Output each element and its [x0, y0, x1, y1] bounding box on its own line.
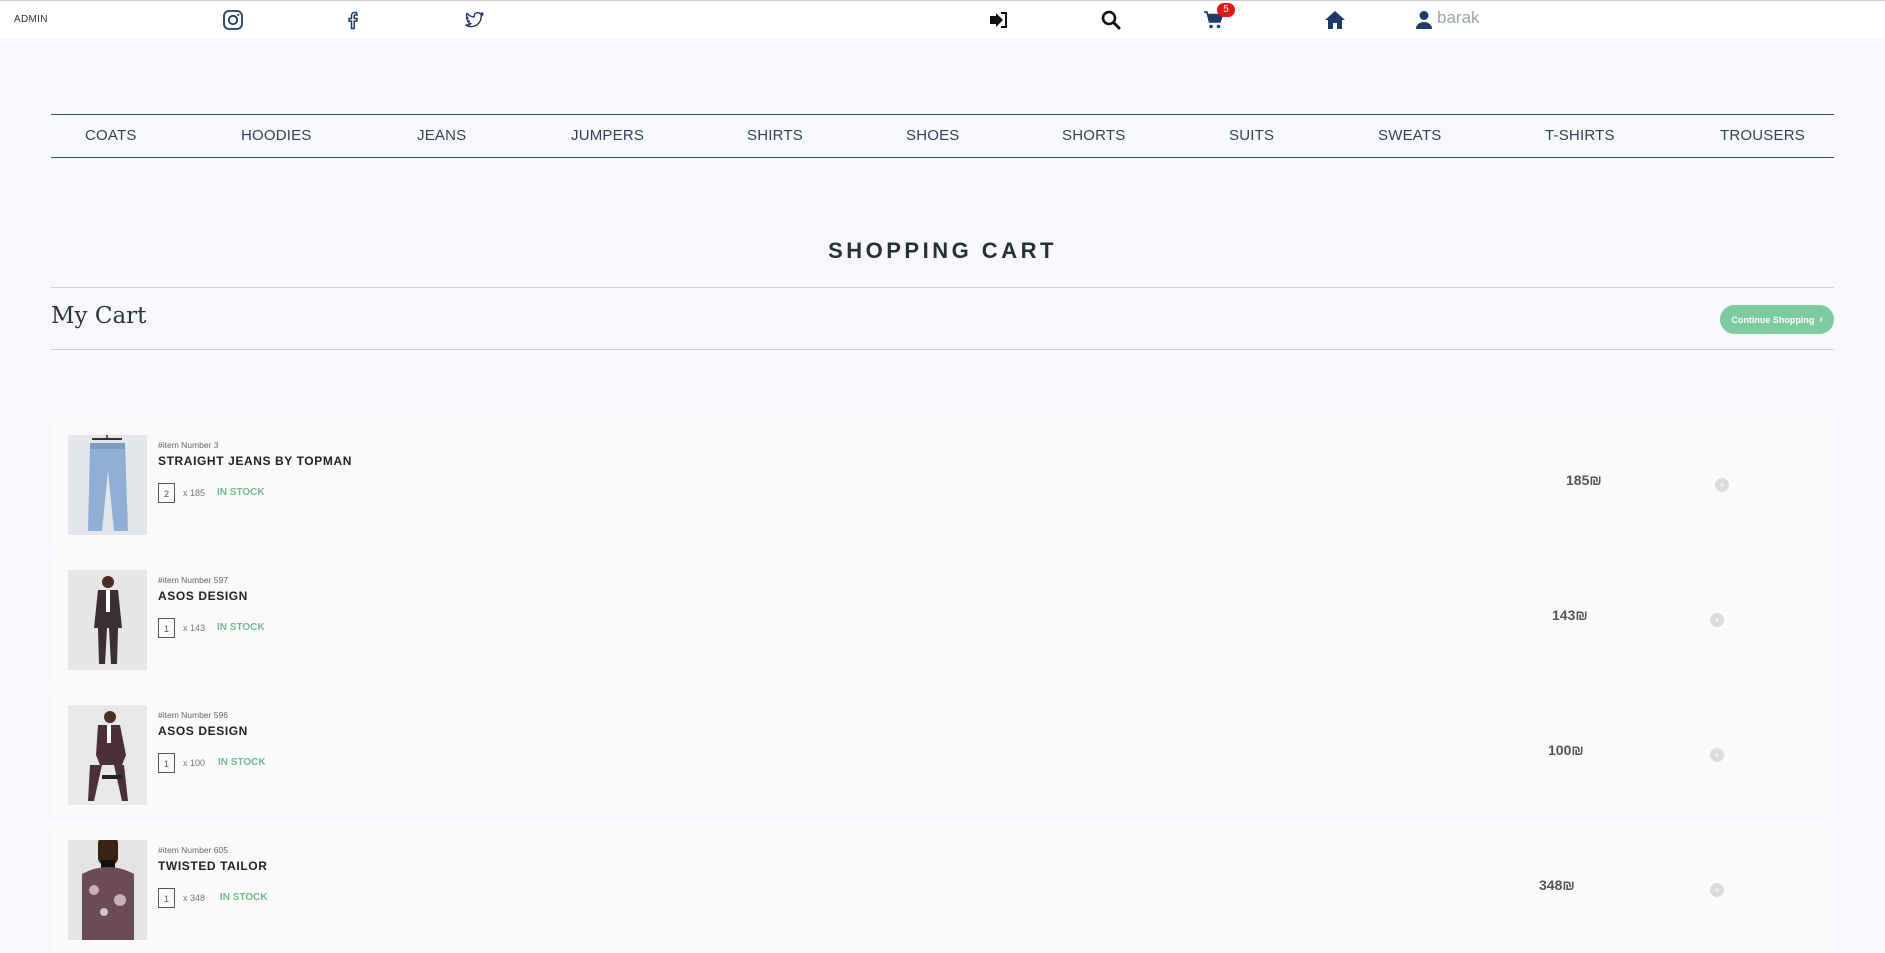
page-title: SHOPPING CART — [828, 238, 1057, 263]
category-jumpers[interactable]: JUMPERS — [571, 127, 644, 144]
category-sweats[interactable]: SWEATS — [1378, 127, 1441, 144]
item-number: #item Number 597 — [158, 575, 228, 585]
remove-item-icon[interactable]: × — [1715, 478, 1729, 492]
continue-shopping-label: Continue Shopping — [1731, 314, 1815, 325]
cart-item-row: #item Number 3 STRAIGHT JEANS BY TOPMAN … — [51, 420, 1834, 548]
logout-icon[interactable] — [987, 9, 1009, 31]
category-shoes[interactable]: SHOES — [906, 127, 960, 144]
quantity-field[interactable]: 1 — [158, 753, 175, 773]
remove-item-icon[interactable]: × — [1710, 748, 1724, 762]
stock-status: IN STOCK — [217, 487, 265, 498]
category-shorts[interactable]: SHORTS — [1062, 127, 1125, 144]
category-suits[interactable]: SUITS — [1229, 127, 1274, 144]
item-name[interactable]: TWISTED TAILOR — [158, 859, 268, 873]
category-hoodies[interactable]: HOODIES — [241, 127, 312, 144]
product-image-suit[interactable] — [68, 570, 147, 670]
product-image-suit-seated[interactable] — [68, 705, 147, 805]
admin-link[interactable]: ADMIN — [14, 14, 48, 25]
quantity-field[interactable]: 2 — [158, 483, 175, 503]
item-price: 185₪ — [1566, 472, 1602, 488]
twitter-icon[interactable] — [463, 9, 485, 31]
category-jeans[interactable]: JEANS — [417, 127, 466, 144]
cart-count-badge: 5 — [1217, 3, 1235, 17]
remove-item-icon[interactable]: × — [1710, 883, 1724, 897]
category-nav: COATS HOODIES JEANS JUMPERS SHIRTS SHOES… — [51, 114, 1834, 158]
product-image-floral-jacket[interactable] — [68, 840, 147, 940]
unit-price: x 348 — [183, 893, 206, 903]
category-trousers[interactable]: TROUSERS — [1720, 127, 1805, 144]
my-cart-heading: My Cart — [51, 303, 147, 329]
product-image-jeans[interactable] — [68, 435, 147, 535]
facebook-icon[interactable] — [343, 9, 365, 31]
continue-shopping-button[interactable]: Continue Shopping › — [1720, 305, 1834, 334]
item-number: #item Number 596 — [158, 710, 228, 720]
cart-item-row: #item Number 596 ASOS DESIGN 1 x 100 IN … — [51, 690, 1834, 818]
unit-price: x 143 — [183, 623, 206, 633]
user-icon[interactable] — [1413, 9, 1435, 31]
item-name[interactable]: STRAIGHT JEANS BY TOPMAN — [158, 454, 352, 468]
unit-price: x 100 — [183, 758, 206, 768]
search-icon[interactable] — [1100, 9, 1122, 31]
stock-status: IN STOCK — [218, 757, 266, 768]
divider — [51, 287, 1834, 288]
cart-item-row: #item Number 605 TWISTED TAILOR 1 x 348 … — [51, 825, 1834, 953]
item-price: 100₪ — [1548, 742, 1584, 758]
home-icon[interactable] — [1324, 9, 1346, 31]
category-coats[interactable]: COATS — [85, 127, 137, 144]
item-price: 348₪ — [1539, 877, 1575, 893]
divider — [51, 349, 1834, 350]
remove-item-icon[interactable]: × — [1710, 613, 1724, 627]
unit-price: x 185 — [183, 488, 206, 498]
chevron-right-icon: › — [1819, 314, 1823, 325]
user-name[interactable]: barak — [1437, 8, 1480, 28]
category-shirts[interactable]: SHIRTS — [747, 127, 803, 144]
cart-item-row: #item Number 597 ASOS DESIGN 1 x 143 IN … — [51, 555, 1834, 683]
category-t-shirts[interactable]: T-SHIRTS — [1545, 127, 1615, 144]
item-number: #item Number 605 — [158, 845, 228, 855]
item-price: 143₪ — [1552, 607, 1588, 623]
stock-status: IN STOCK — [217, 622, 265, 633]
top-bar: ADMIN 5 barak — [0, 0, 1885, 38]
stock-status: IN STOCK — [220, 892, 268, 903]
item-name[interactable]: ASOS DESIGN — [158, 724, 248, 738]
quantity-field[interactable]: 1 — [158, 888, 175, 908]
item-number: #item Number 3 — [158, 440, 219, 450]
quantity-field[interactable]: 1 — [158, 618, 175, 638]
item-name[interactable]: ASOS DESIGN — [158, 589, 248, 603]
instagram-icon[interactable] — [222, 9, 244, 31]
